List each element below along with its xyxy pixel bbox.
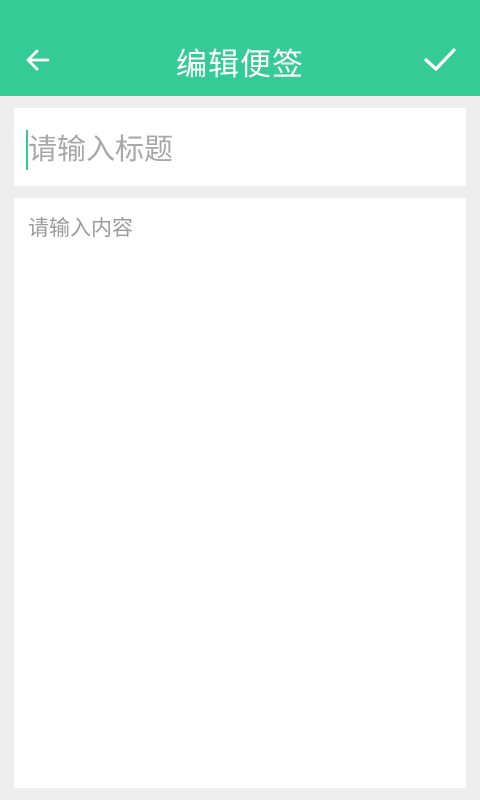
- back-button[interactable]: [14, 36, 62, 84]
- page-title: 编辑便签: [176, 46, 304, 83]
- content-card: [14, 198, 466, 788]
- note-content-input[interactable]: [28, 212, 452, 772]
- check-icon: [424, 48, 456, 71]
- arrow-left-icon: [26, 49, 50, 71]
- edit-note-screen: 编辑便签: [0, 0, 480, 800]
- save-button[interactable]: [412, 36, 468, 84]
- title-card: [14, 108, 466, 186]
- note-title-input[interactable]: [28, 128, 448, 170]
- toolbar: 编辑便签: [0, 0, 480, 96]
